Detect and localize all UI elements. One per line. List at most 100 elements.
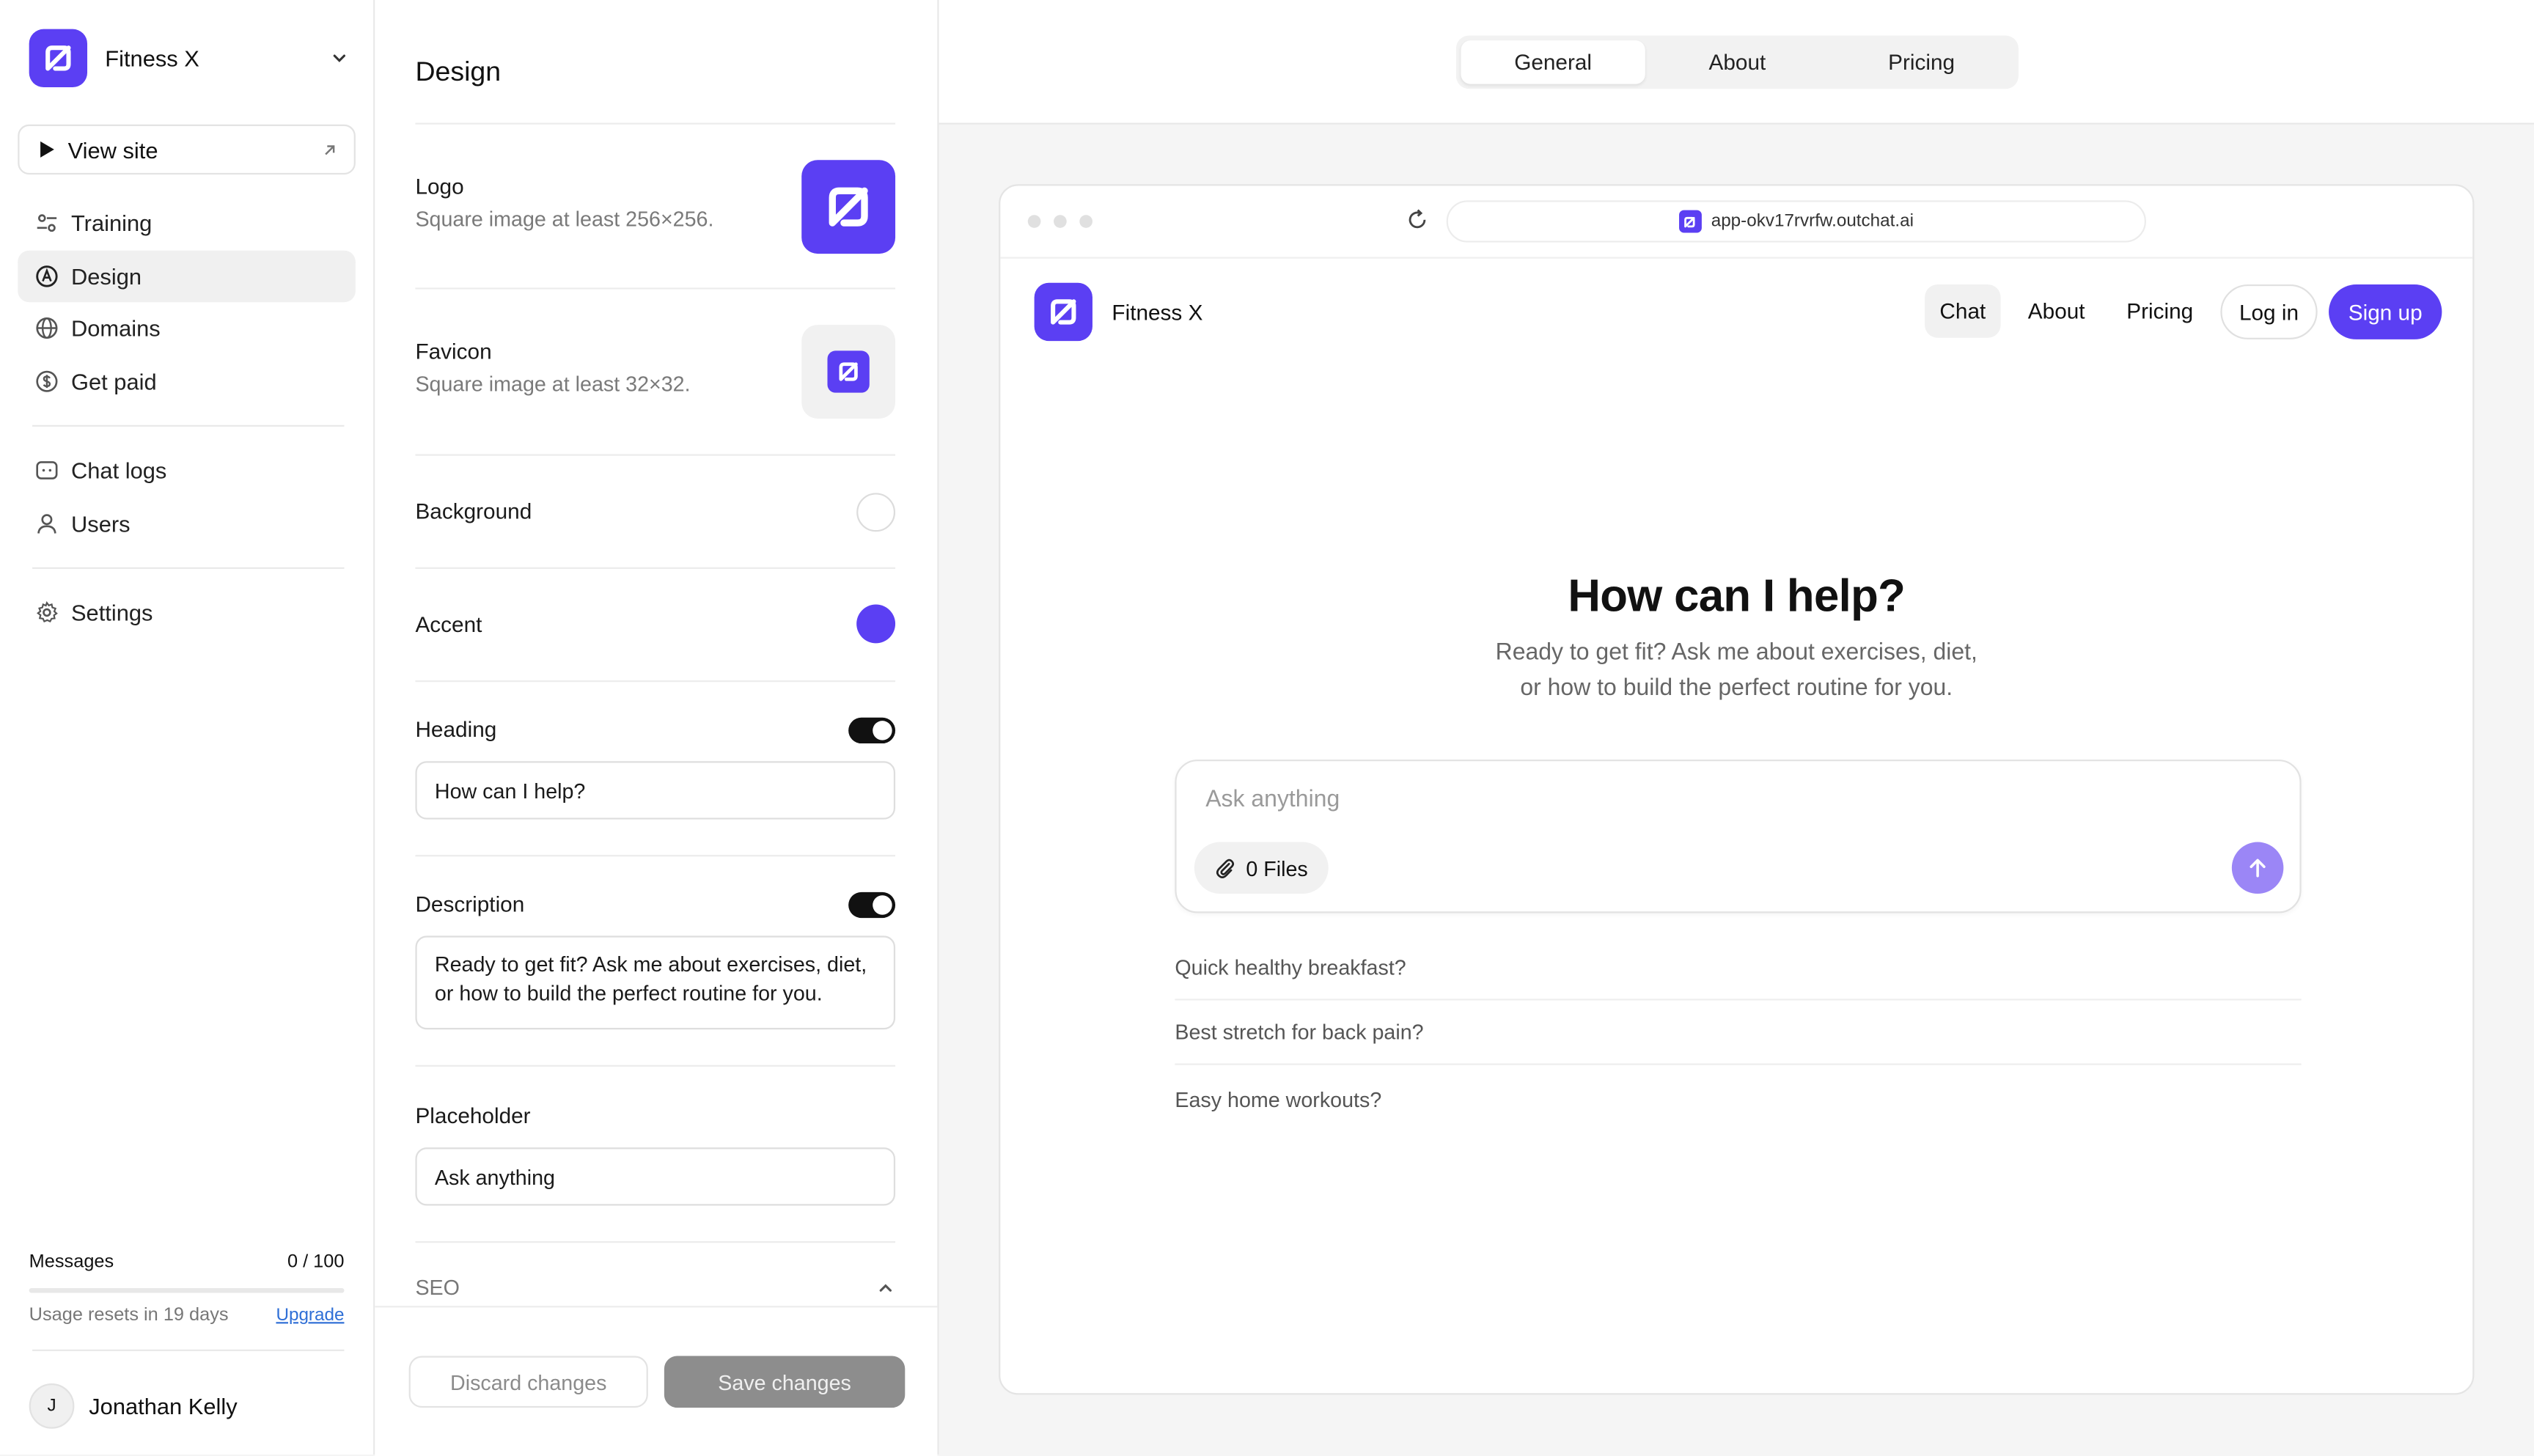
discard-changes-button[interactable]: Discard changes bbox=[408, 1356, 648, 1408]
files-count: 0 Files bbox=[1246, 856, 1308, 880]
hero-description-line: Ready to get fit? Ask me about exercises… bbox=[1495, 639, 1977, 666]
background-color-swatch[interactable] bbox=[856, 493, 896, 532]
site-nav-about[interactable]: About bbox=[2013, 284, 2099, 338]
suggestion-item[interactable]: Easy home workouts? bbox=[1175, 1067, 2301, 1131]
chat-input-box[interactable]: Ask anything 0 Files bbox=[1175, 760, 2302, 913]
brand-logo-icon bbox=[45, 45, 71, 71]
workspace-logo bbox=[29, 29, 88, 88]
section-divider bbox=[415, 287, 896, 290]
suggestion-item[interactable]: Best stretch for back pain? bbox=[1175, 1001, 2302, 1065]
usage-label: Messages bbox=[29, 1252, 114, 1272]
section-divider bbox=[415, 567, 896, 569]
sidebar-item-label: Domains bbox=[70, 315, 161, 342]
seo-section-header[interactable]: SEO bbox=[415, 1275, 895, 1299]
user-icon bbox=[34, 512, 58, 536]
seo-label: SEO bbox=[415, 1275, 460, 1300]
description-textarea[interactable]: Ready to get fit? Ask me about exercises… bbox=[415, 935, 896, 1030]
refresh-icon[interactable] bbox=[1406, 208, 1429, 239]
section-divider bbox=[415, 122, 896, 125]
tab-pricing[interactable]: Pricing bbox=[1829, 40, 2013, 84]
signup-button[interactable]: Sign up bbox=[2329, 284, 2442, 339]
sidebar: Fitness X View site Training Design Doma… bbox=[0, 0, 375, 1455]
save-changes-button[interactable]: Save changes bbox=[664, 1356, 906, 1408]
sidebar-item-training[interactable]: Training bbox=[18, 197, 356, 249]
sidebar-divider bbox=[32, 424, 345, 427]
send-button[interactable] bbox=[2231, 842, 2284, 894]
section-divider bbox=[415, 855, 896, 857]
hero-heading: How can I help? bbox=[1568, 570, 1906, 621]
browser-preview: app-okv17rvrfw.outchat.ai Fitness X Chat… bbox=[999, 184, 2475, 1395]
login-button[interactable]: Log in bbox=[2220, 284, 2318, 339]
address-bar[interactable]: app-okv17rvrfw.outchat.ai bbox=[1446, 200, 2147, 243]
description-toggle[interactable] bbox=[848, 891, 896, 919]
globe-icon bbox=[34, 316, 58, 340]
brand-logo-icon bbox=[829, 187, 868, 227]
heading-label: Heading bbox=[415, 717, 497, 742]
heading-toggle[interactable] bbox=[848, 717, 896, 744]
suggestion-item[interactable]: Quick healthy breakfast? bbox=[1175, 935, 2302, 1001]
dollar-icon bbox=[34, 369, 58, 394]
chevron-down-icon[interactable] bbox=[323, 42, 356, 74]
heading-input[interactable]: How can I help? bbox=[415, 761, 896, 820]
view-site-button[interactable]: View site bbox=[18, 124, 356, 175]
sidebar-divider bbox=[32, 1349, 345, 1351]
design-icon bbox=[34, 264, 58, 288]
favicon-icon bbox=[1678, 210, 1702, 233]
site-brand[interactable]: Fitness X bbox=[1034, 282, 1203, 342]
sidebar-item-users[interactable]: Users bbox=[18, 498, 356, 550]
page-title: Design bbox=[415, 56, 502, 88]
preview-tabs: General About Pricing bbox=[1455, 35, 2019, 89]
placeholder-input[interactable]: Ask anything bbox=[415, 1147, 896, 1206]
preview-area: General About Pricing app-okv17rvrfw.out… bbox=[939, 0, 2534, 1455]
sidebar-item-get-paid[interactable]: Get paid bbox=[18, 356, 356, 408]
site-logo bbox=[1034, 282, 1092, 342]
sidebar-item-chat-logs[interactable]: Chat logs bbox=[18, 444, 356, 496]
view-site-label: View site bbox=[67, 136, 158, 163]
upgrade-link[interactable]: Upgrade bbox=[276, 1306, 344, 1325]
tab-general[interactable]: General bbox=[1461, 40, 1645, 84]
logo-upload[interactable] bbox=[801, 160, 896, 254]
site-brand-name: Fitness X bbox=[1112, 299, 1203, 324]
browser-toolbar: app-okv17rvrfw.outchat.ai bbox=[1000, 186, 2473, 259]
window-dot bbox=[1054, 215, 1067, 228]
gear-icon bbox=[34, 600, 58, 625]
design-panel: Design Logo Square image at least 256×25… bbox=[375, 0, 939, 1456]
sidebar-divider bbox=[32, 567, 345, 569]
section-divider bbox=[415, 1241, 896, 1243]
hero-description-line: or how to build the perfect routine for … bbox=[1520, 675, 1953, 702]
user-menu[interactable]: J Jonathan Kelly bbox=[29, 1383, 238, 1429]
sidebar-item-label: Chat logs bbox=[70, 457, 167, 484]
sliders-icon bbox=[34, 211, 58, 235]
site-nav-pricing[interactable]: Pricing bbox=[2112, 284, 2208, 338]
site-nav-chat[interactable]: Chat bbox=[1925, 284, 2001, 338]
workspace-switcher[interactable]: Fitness X bbox=[29, 29, 356, 88]
window-dot bbox=[1027, 215, 1041, 228]
chevron-up-icon bbox=[879, 1283, 892, 1291]
sidebar-item-label: Settings bbox=[70, 599, 153, 626]
usage-count: 0 / 100 bbox=[287, 1252, 345, 1272]
attach-files-button[interactable]: 0 Files bbox=[1194, 842, 1329, 894]
chat-input-placeholder[interactable]: Ask anything bbox=[1205, 787, 1340, 813]
favicon-upload[interactable] bbox=[801, 325, 896, 419]
placeholder-label: Placeholder bbox=[415, 1103, 531, 1128]
section-divider bbox=[415, 1065, 896, 1067]
panel-footer: Discard changes Save changes bbox=[375, 1306, 938, 1456]
play-icon bbox=[40, 141, 54, 158]
sidebar-item-label: Training bbox=[70, 210, 153, 236]
site-header: Fitness X Chat About Pricing Log in Sign… bbox=[1000, 279, 2472, 344]
sidebar-item-design[interactable]: Design bbox=[18, 250, 356, 303]
usage-header: Messages 0 / 100 bbox=[29, 1252, 345, 1271]
usage-reset-text: Usage resets in 19 days bbox=[29, 1306, 229, 1326]
accent-label: Accent bbox=[415, 612, 482, 637]
tab-about[interactable]: About bbox=[1645, 40, 1829, 84]
sidebar-item-label: Design bbox=[70, 263, 142, 290]
accent-color-swatch[interactable] bbox=[856, 604, 896, 644]
favicon-preview bbox=[827, 350, 870, 393]
arrow-up-icon bbox=[2250, 858, 2266, 878]
hero-description: Ready to get fit? Ask me about exercises… bbox=[1000, 635, 2472, 706]
sidebar-item-settings[interactable]: Settings bbox=[18, 587, 356, 639]
sidebar-item-domains[interactable]: Domains bbox=[18, 302, 356, 354]
workspace-name: Fitness X bbox=[105, 45, 199, 71]
preview-topbar: General About Pricing bbox=[939, 0, 2534, 125]
sidebar-item-label: Get paid bbox=[70, 368, 157, 394]
